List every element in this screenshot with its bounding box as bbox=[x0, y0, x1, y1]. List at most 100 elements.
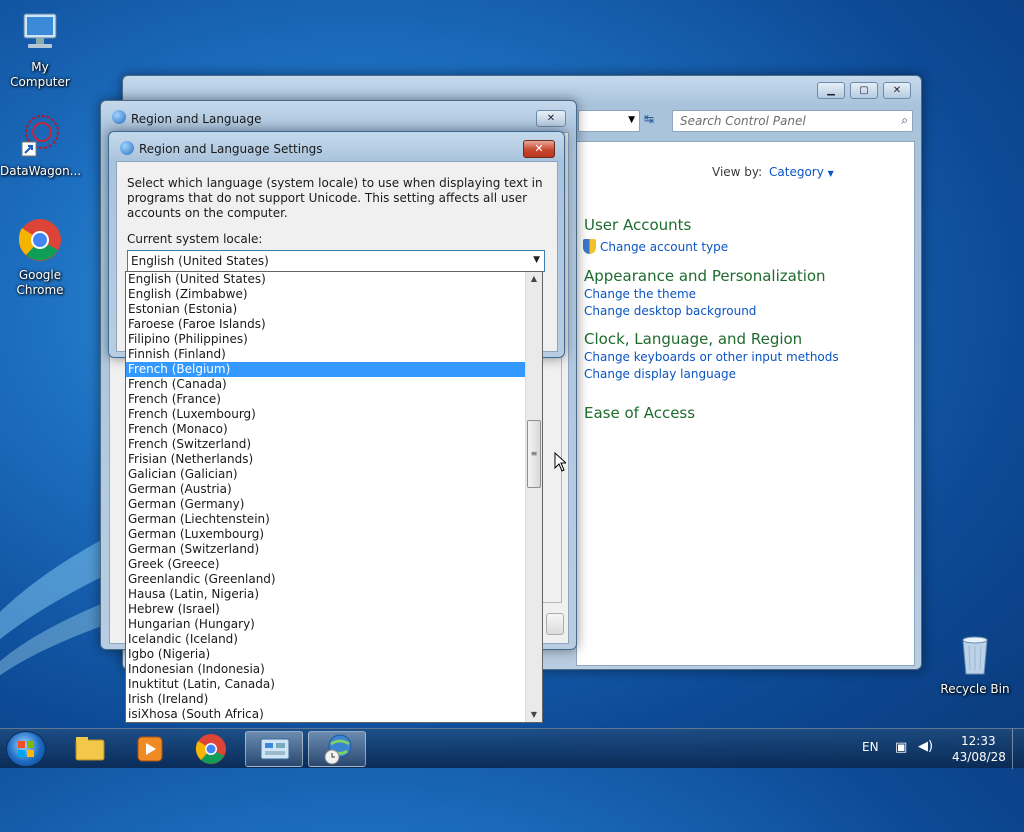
desktop-icon-my-computer[interactable]: My Computer bbox=[0, 8, 80, 90]
shield-icon bbox=[583, 239, 596, 254]
chevron-down-icon: ▼ bbox=[827, 169, 834, 178]
dropdown-item[interactable]: French (Canada) bbox=[126, 377, 525, 392]
minimize-button[interactable]: ▁ bbox=[817, 82, 845, 99]
view-by-label: View by: bbox=[712, 165, 763, 179]
chrome-icon bbox=[16, 216, 64, 264]
system-locale-combobox[interactable]: English (United States) ▼ bbox=[127, 250, 545, 272]
dropdown-item[interactable]: Irish (Ireland) bbox=[126, 692, 525, 707]
close-button[interactable]: ✕ bbox=[523, 140, 555, 158]
locale-label: Current system locale: bbox=[127, 232, 263, 246]
dropdown-item[interactable]: German (Luxembourg) bbox=[126, 527, 525, 542]
dropdown-item[interactable]: Galician (Galician) bbox=[126, 467, 525, 482]
dropdown-item[interactable]: German (Liechtenstein) bbox=[126, 512, 525, 527]
dropdown-item[interactable]: Indonesian (Indonesia) bbox=[126, 662, 525, 677]
tab-panel-edge bbox=[540, 353, 562, 603]
taskbar-chrome[interactable] bbox=[182, 731, 240, 767]
dropdown-item[interactable]: German (Germany) bbox=[126, 497, 525, 512]
globe-icon bbox=[120, 141, 134, 155]
scroll-down-icon[interactable]: ▼ bbox=[526, 708, 542, 722]
dropdown-item[interactable]: Hausa (Latin, Nigeria) bbox=[126, 587, 525, 602]
desktop-icon-label: Google Chrome bbox=[16, 268, 64, 297]
dialog-title: Region and Language bbox=[131, 112, 262, 126]
globe-clock-icon bbox=[324, 734, 352, 765]
dropdown-item[interactable]: Greenlandic (Greenland) bbox=[126, 572, 525, 587]
dropdown-item[interactable]: English (Zimbabwe) bbox=[126, 287, 525, 302]
dropdown-item[interactable]: German (Switzerland) bbox=[126, 542, 525, 557]
link-change-theme[interactable]: Change the theme bbox=[584, 287, 696, 301]
globe-icon bbox=[112, 110, 126, 124]
dropdown-item[interactable]: German (Austria) bbox=[126, 482, 525, 497]
clock-time[interactable]: 12:33 bbox=[961, 734, 996, 748]
link-change-account-type[interactable]: Change account type bbox=[600, 240, 728, 254]
dropdown-item[interactable]: Frisian (Netherlands) bbox=[126, 452, 525, 467]
link-change-display-language[interactable]: Change display language bbox=[584, 367, 736, 381]
scroll-up-icon[interactable]: ▲ bbox=[526, 272, 542, 286]
start-button[interactable] bbox=[6, 731, 46, 767]
taskbar-region-language[interactable] bbox=[308, 731, 366, 767]
scrollbar-thumb[interactable]: ≡ bbox=[527, 420, 541, 488]
desktop-icon-google-chrome[interactable]: Google Chrome bbox=[0, 216, 80, 298]
close-button[interactable]: ✕ bbox=[536, 110, 566, 127]
volume-icon[interactable]: ◀) bbox=[918, 739, 933, 754]
chrome-icon bbox=[195, 734, 226, 764]
dropdown-items: English (United States) English (Zimbabwe… bbox=[126, 272, 542, 722]
dropdown-item[interactable]: Hebrew (Israel) bbox=[126, 602, 525, 617]
dropdown-item[interactable]: French (France) bbox=[126, 392, 525, 407]
dropdown-item[interactable]: Icelandic (Iceland) bbox=[126, 632, 525, 647]
apply-button-edge[interactable] bbox=[546, 613, 564, 635]
computer-icon bbox=[16, 8, 64, 56]
dropdown-item[interactable]: French (Switzerland) bbox=[126, 437, 525, 452]
dropdown-item[interactable]: Hungarian (Hungary) bbox=[126, 617, 525, 632]
mouse-cursor-icon bbox=[554, 452, 566, 472]
section-heading-user-accounts[interactable]: User Accounts bbox=[584, 216, 691, 234]
taskbar-media-player[interactable] bbox=[121, 731, 179, 767]
recycle-bin-icon bbox=[951, 630, 999, 678]
view-by-dropdown[interactable]: Category ▼ bbox=[769, 165, 834, 179]
dropdown-scrollbar[interactable]: ▲ ≡ ▼ bbox=[525, 272, 542, 722]
description-text: Select which language (system locale) to… bbox=[127, 176, 543, 220]
search-icon[interactable]: ⌕ bbox=[901, 113, 908, 128]
desktop-icon-label: DataWagon... bbox=[0, 164, 82, 178]
clock-date[interactable]: 43/08/28 bbox=[952, 750, 1006, 764]
dropdown-item[interactable]: French (Belgium) bbox=[126, 362, 525, 377]
view-by-value: Category bbox=[769, 165, 824, 179]
refresh-icon[interactable]: ↹ bbox=[644, 112, 666, 131]
network-icon[interactable]: ▣ bbox=[895, 740, 907, 755]
desktop-icon-label: My Computer bbox=[10, 60, 70, 89]
windows-logo-icon bbox=[18, 741, 34, 757]
locale-dropdown-list[interactable]: English (United States) English (Zimbabwe… bbox=[125, 271, 543, 723]
section-heading-appearance[interactable]: Appearance and Personalization bbox=[584, 267, 826, 285]
dropdown-item[interactable]: Igbo (Nigeria) bbox=[126, 647, 525, 662]
dropdown-item[interactable]: Finnish (Finland) bbox=[126, 347, 525, 362]
language-indicator[interactable]: EN bbox=[862, 740, 879, 754]
dropdown-item[interactable]: Greek (Greece) bbox=[126, 557, 525, 572]
dropdown-item[interactable]: Inuktitut (Latin, Canada) bbox=[126, 677, 525, 692]
chevron-down-icon[interactable]: ▼ bbox=[628, 115, 635, 125]
control-panel-content: View by: Category ▼ User Accounts Change… bbox=[576, 141, 915, 666]
control-panel-icon bbox=[260, 738, 290, 760]
section-heading-clock-language-region[interactable]: Clock, Language, and Region bbox=[584, 330, 802, 348]
dropdown-item[interactable]: isiXhosa (South Africa) bbox=[126, 707, 525, 722]
search-placeholder: Search Control Panel bbox=[680, 114, 806, 128]
dropdown-item[interactable]: English (United States) bbox=[126, 272, 525, 287]
section-heading-ease-of-access[interactable]: Ease of Access bbox=[584, 404, 695, 422]
show-desktop-button[interactable] bbox=[1012, 729, 1024, 769]
dropdown-item[interactable]: French (Luxembourg) bbox=[126, 407, 525, 422]
locale-value: English (United States) bbox=[131, 254, 269, 268]
taskbar-control-panel[interactable] bbox=[245, 731, 303, 767]
search-box[interactable]: Search Control Panel ⌕ bbox=[672, 110, 913, 132]
chevron-down-icon[interactable]: ▼ bbox=[533, 255, 540, 265]
dropdown-item[interactable]: Faroese (Faroe Islands) bbox=[126, 317, 525, 332]
maximize-button[interactable]: ▢ bbox=[850, 82, 878, 99]
close-button[interactable]: ✕ bbox=[883, 82, 911, 99]
dropdown-item[interactable]: French (Monaco) bbox=[126, 422, 525, 437]
dropdown-item[interactable]: Filipino (Philippines) bbox=[126, 332, 525, 347]
desktop-icon-datawagon[interactable]: DataWagon... bbox=[0, 112, 82, 179]
link-change-desktop-background[interactable]: Change desktop background bbox=[584, 304, 756, 318]
dropdown-item[interactable]: Estonian (Estonia) bbox=[126, 302, 525, 317]
taskbar-explorer[interactable] bbox=[60, 731, 118, 767]
desktop-icon-label: Recycle Bin bbox=[940, 682, 1010, 696]
address-bar[interactable]: ▼ bbox=[578, 110, 640, 132]
desktop-icon-recycle-bin[interactable]: Recycle Bin bbox=[935, 630, 1015, 697]
link-change-keyboards[interactable]: Change keyboards or other input methods bbox=[584, 350, 839, 364]
